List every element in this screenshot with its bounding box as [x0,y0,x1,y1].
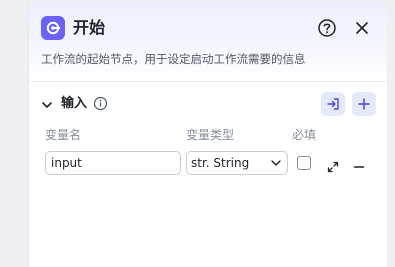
required-checkbox[interactable] [297,156,311,170]
input-section-header: 输入 [29,91,387,117]
import-button[interactable] [321,92,345,116]
column-header-required: 必填 [292,128,317,142]
column-header-type: 变量类型 [186,128,235,142]
variable-name-input[interactable]: input [45,151,181,175]
expand-icon[interactable] [327,158,339,173]
info-icon[interactable] [93,96,108,111]
variable-type-select[interactable]: str. String [186,151,288,175]
panel-header: 开始 工作流的起始节点，用于设定启动工作流需要的信息 [29,3,387,82]
node-title: 开始 [73,18,106,37]
input-section-title: 输入 [61,96,88,111]
minus-icon[interactable] [353,158,365,170]
help-icon[interactable] [317,18,337,38]
chevron-down-icon [271,160,281,166]
node-config-panel: 开始 工作流的起始节点，用于设定启动工作流需要的信息 输入 变量名 变量类型 必… [28,3,387,267]
node-description: 工作流的起始节点，用于设定启动工作流需要的信息 [41,52,306,66]
add-icon [358,98,370,110]
start-node-icon [41,16,65,40]
chevron-down-icon[interactable] [40,97,54,111]
import-icon [327,98,339,110]
close-icon[interactable] [353,19,371,37]
column-header-name: 变量名 [45,128,82,142]
variable-type-value: str. String [191,156,250,170]
add-variable-button[interactable] [352,92,376,116]
